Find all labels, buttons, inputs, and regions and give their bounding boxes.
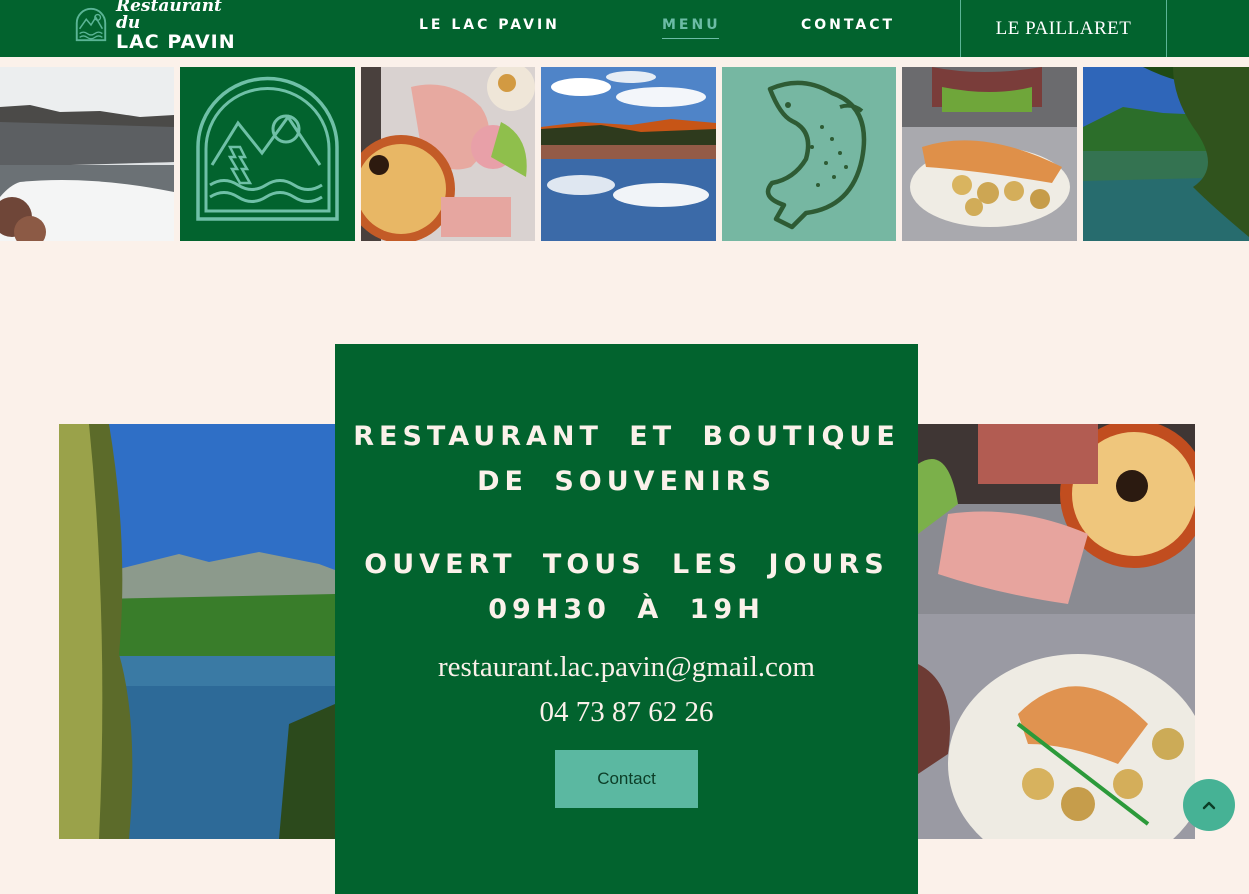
fish-plate-photo[interactable] xyxy=(902,67,1077,241)
nav-contact[interactable]: CONTACT xyxy=(801,17,895,33)
opening-days: OUVERT TOUS LES JOURS xyxy=(364,549,889,580)
site-header: Restaurant du LAC PAVIN LE LAC PAVIN MEN… xyxy=(0,0,1249,57)
lake-pavin-photo xyxy=(59,424,335,839)
summer-lake-photo[interactable] xyxy=(1083,67,1249,241)
opening-hours: OUVERT TOUS LES JOURS 09H30 À 19H xyxy=(335,542,918,632)
logo-script-text: Restaurant du xyxy=(115,0,222,33)
fish-illustration-tile[interactable] xyxy=(722,67,896,241)
contact-button[interactable]: Contact xyxy=(555,750,698,808)
food-platter-photo xyxy=(918,424,1195,839)
restaurant-logo[interactable]: Restaurant du LAC PAVIN xyxy=(72,0,252,52)
charcuterie-truffade-photo[interactable] xyxy=(361,67,535,241)
scroll-to-top-button[interactable] xyxy=(1183,779,1235,831)
frozen-lake-photo[interactable] xyxy=(0,67,174,241)
autumn-lake-reflection-photo[interactable] xyxy=(541,67,716,241)
email-link[interactable]: restaurant.lac.pavin@gmail.com xyxy=(335,651,918,684)
nav-le-lac-pavin[interactable]: LE LAC PAVIN xyxy=(419,17,560,33)
nav-menu[interactable]: MENU xyxy=(662,17,721,39)
phone-link[interactable]: 04 73 87 62 26 xyxy=(335,696,918,729)
restaurant-title: RESTAURANT ET BOUTIQUE DE SOUVENIRS xyxy=(353,421,900,497)
chevron-up-icon xyxy=(1202,801,1216,810)
mountain-lake-logo-tile[interactable] xyxy=(180,67,355,241)
nav-le-paillaret[interactable]: LE PAILLARET xyxy=(960,0,1167,57)
mountain-lake-logo-icon xyxy=(75,7,107,42)
logo-main-text: LAC PAVIN xyxy=(115,31,236,53)
info-panel: RESTAURANT ET BOUTIQUE DE SOUVENIRS OUVE… xyxy=(335,344,918,894)
opening-times: 09H30 À 19H xyxy=(488,594,765,625)
